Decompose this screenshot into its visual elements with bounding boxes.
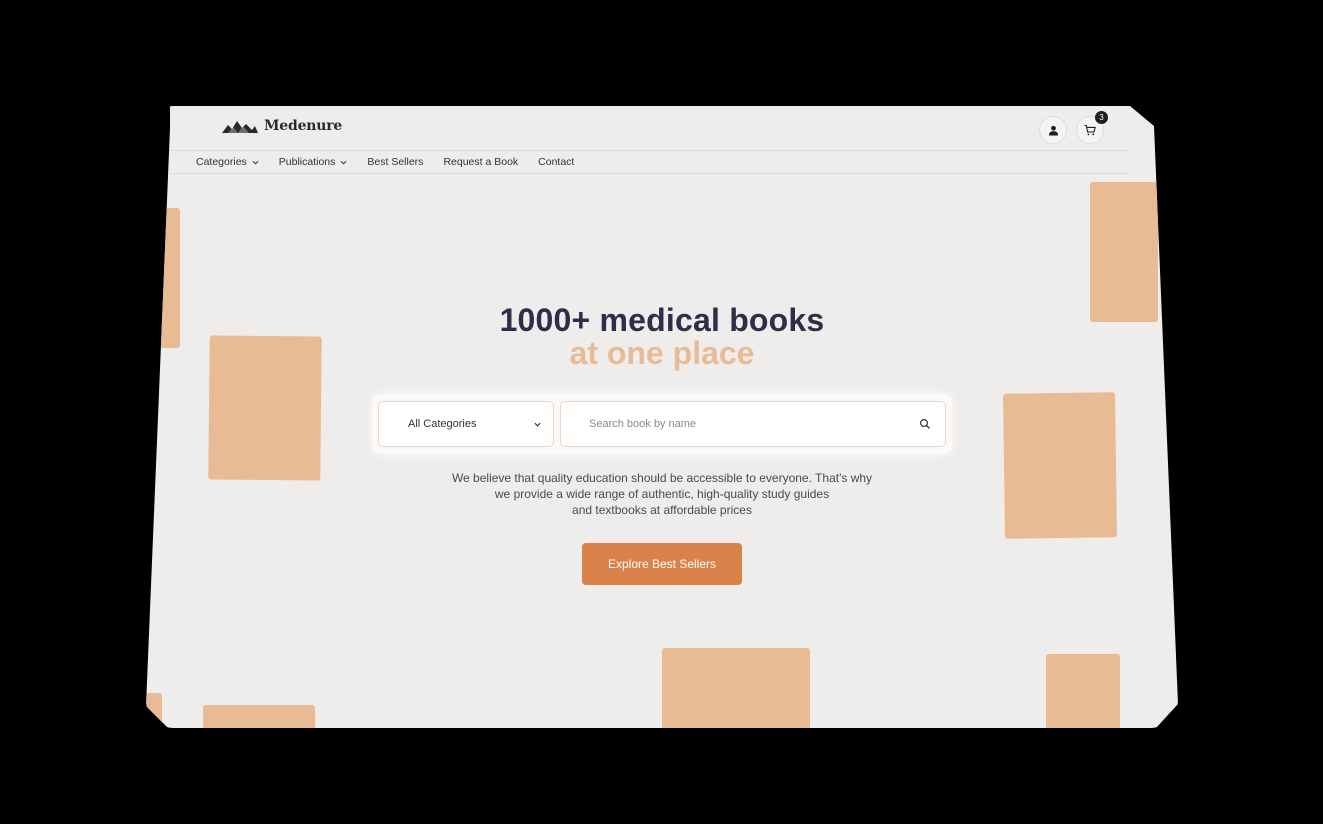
- cart-icon: [1084, 124, 1096, 136]
- hero-description: We believe that quality education should…: [146, 470, 1178, 518]
- cart-button[interactable]: 3: [1076, 111, 1108, 144]
- search-panel: All Categories: [372, 394, 952, 454]
- category-select[interactable]: All Categories: [378, 401, 554, 447]
- explore-best-sellers-button[interactable]: Explore Best Sellers: [582, 543, 742, 585]
- decorative-book: [146, 693, 162, 728]
- search-field: [560, 401, 946, 447]
- site-header: Medenure 3: [170, 106, 1130, 151]
- nav-item-contact[interactable]: Contact: [538, 156, 574, 168]
- chevron-down-icon: [534, 422, 541, 427]
- nav-item-label: Categories: [196, 156, 247, 168]
- chevron-down-icon: [340, 160, 347, 165]
- account-button[interactable]: [1039, 116, 1067, 144]
- brand-logo[interactable]: Medenure: [222, 118, 342, 134]
- search-icon[interactable]: [919, 418, 931, 430]
- browser-frame: Medenure 3 Categories Publications Best …: [146, 106, 1178, 728]
- logo-mark-icon: [222, 121, 258, 133]
- nav-item-label: Contact: [538, 156, 575, 168]
- nav-item-best-sellers[interactable]: Best Sellers: [367, 156, 423, 168]
- brand-name: Medenure: [264, 118, 343, 134]
- search-input[interactable]: [587, 417, 919, 431]
- nav-item-request-book[interactable]: Request a Book: [443, 156, 518, 168]
- decorative-book: [1090, 182, 1158, 322]
- description-line: and textbooks at affordable prices: [572, 503, 752, 517]
- nav-item-label: Request a Book: [443, 156, 519, 168]
- hero-title: 1000+ medical books: [499, 302, 825, 338]
- nav-item-label: Publications: [278, 156, 336, 168]
- nav-item-publications[interactable]: Publications: [279, 156, 348, 168]
- hero-subtitle: at one place: [569, 335, 755, 371]
- nav-divider: [170, 173, 1130, 174]
- cart-count-badge: 3: [1095, 111, 1108, 124]
- description-line: We believe that quality education should…: [451, 471, 873, 485]
- user-icon: [1048, 125, 1058, 136]
- decorative-book: [1046, 654, 1120, 728]
- description-line: we provide a wide range of authentic, hi…: [494, 487, 830, 501]
- nav-item-categories[interactable]: Categories: [196, 156, 259, 168]
- decorative-book: [203, 705, 315, 728]
- main-nav: Categories Publications Best Sellers Req…: [196, 151, 574, 173]
- nav-item-label: Best Sellers: [367, 156, 424, 168]
- chevron-down-icon: [252, 160, 259, 165]
- category-select-value: All Categories: [408, 418, 477, 430]
- decorative-book: [662, 648, 810, 728]
